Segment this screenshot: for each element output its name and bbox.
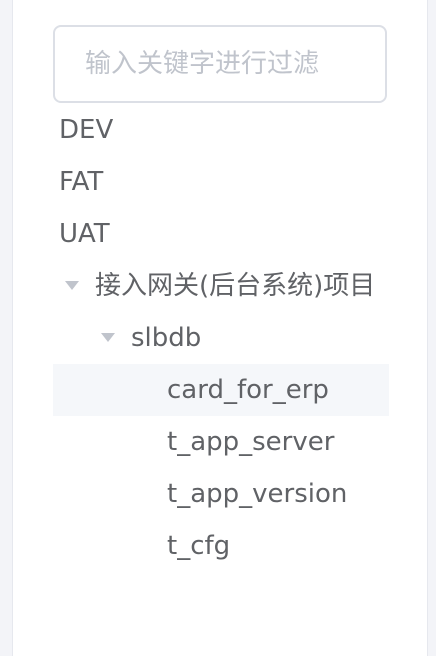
tree-node-label: t_app_version (167, 479, 348, 509)
tree-node-dev[interactable]: DEV (53, 104, 389, 156)
tree-node-label: t_cfg (167, 531, 231, 561)
tree-node-label: t_app_server (167, 427, 335, 457)
tree-node-label: UAT (59, 219, 110, 249)
tree-node-label: slbdb (131, 323, 202, 353)
filter-input[interactable] (53, 25, 387, 103)
tree-node-label: card_for_erp (167, 375, 329, 405)
tree-node-table[interactable]: card_for_erp (53, 364, 389, 416)
tree-panel: DEV FAT UAT 接入网关(后台系统)项目 slbdb card_for_… (12, 0, 428, 656)
tree-node-table[interactable]: t_app_version (53, 468, 389, 520)
tree-node-table[interactable]: t_cfg (53, 520, 389, 572)
caret-down-icon[interactable] (65, 281, 79, 290)
database-tree: DEV FAT UAT 接入网关(后台系统)项目 slbdb card_for_… (53, 104, 389, 572)
caret-down-icon[interactable] (101, 333, 115, 342)
tree-node-label: FAT (59, 167, 104, 197)
tree-node-table[interactable]: t_app_server (53, 416, 389, 468)
tree-node-uat[interactable]: UAT (53, 208, 389, 260)
tree-node-fat[interactable]: FAT (53, 156, 389, 208)
tree-node-label: DEV (59, 115, 114, 145)
tree-node-label: 接入网关(后台系统)项目 (95, 271, 376, 301)
tree-node-database[interactable]: slbdb (53, 312, 389, 364)
tree-node-project[interactable]: 接入网关(后台系统)项目 (53, 260, 389, 312)
